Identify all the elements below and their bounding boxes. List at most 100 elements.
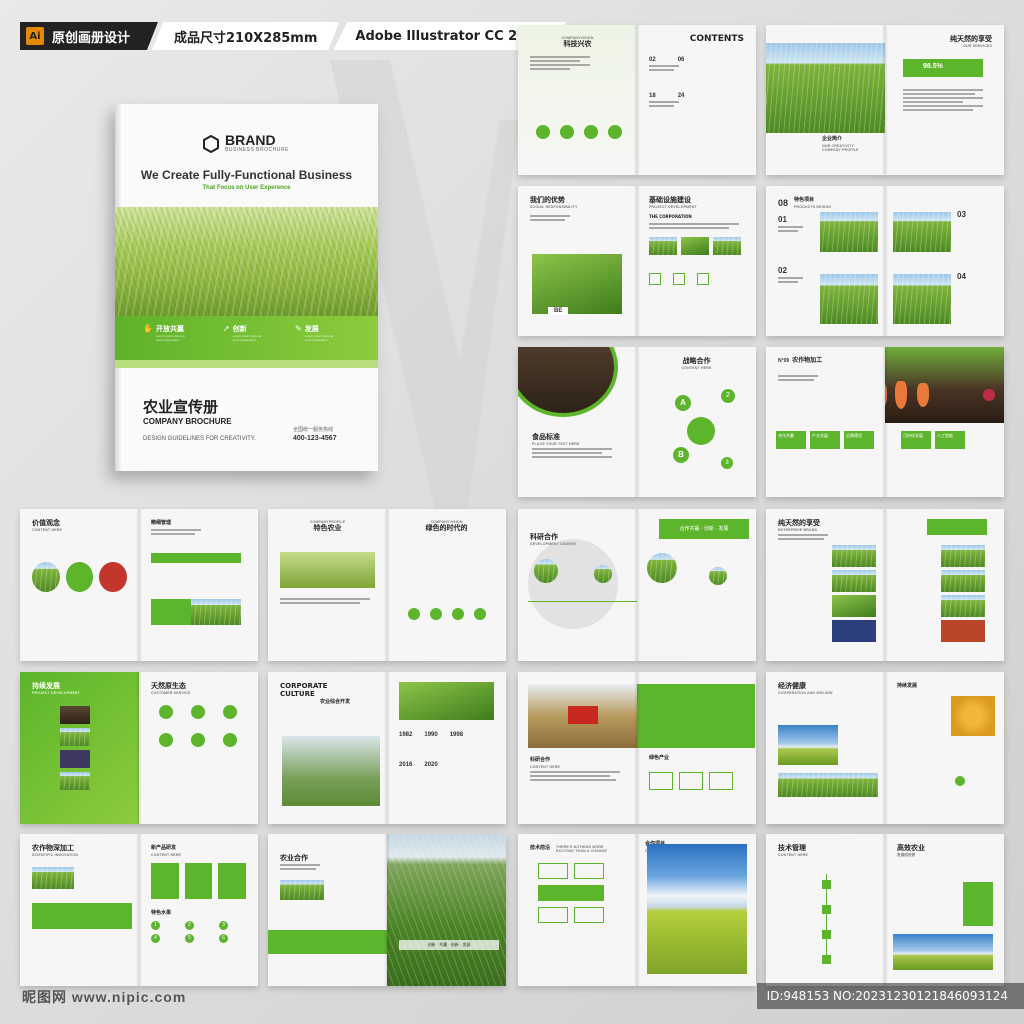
spread-economy: 经济健康 COOPERATION AND WIN-WIN 持续发展	[766, 672, 1004, 824]
page-left: 持续发展 PROJECT DEVELOPMENT	[20, 672, 139, 824]
spread-sustain: 持续发展 PROJECT DEVELOPMENT 天然原生态 CUSTOMER …	[20, 672, 258, 824]
spread-title: 科技兴农	[563, 40, 592, 48]
cover-subheadline: That Focus on User Experence	[202, 185, 291, 191]
spread-sub: SOCIAL RESPONSIBILITY	[530, 205, 578, 209]
year-label: 1990	[424, 732, 438, 738]
spread-sub: 发展的优势	[897, 853, 916, 857]
caption-sub: OUR CREATIVITY COMPANY PROFILE	[822, 144, 859, 152]
timeline-photo	[647, 553, 677, 583]
deep-photo	[32, 867, 74, 889]
spread-culture: CORPORATE CULTURE 农业综合开发 1982 1990 1998 …	[268, 672, 506, 824]
brand-bar	[927, 519, 987, 535]
spread-sub: ENTERPRISE BRAND	[778, 528, 818, 532]
tech-header: 技术前沿 THERE'S NOTHING MORE EXCITING THAN …	[530, 844, 625, 853]
spread-processing: N°09 农作物加工 合作共赢 产业发展 品牌建设 可持续发展 人工智能	[766, 347, 1004, 497]
item-number: 03	[957, 210, 966, 219]
spread-title: 高效农业	[897, 844, 925, 852]
cover-feature-band: ✋ 开放共赢 Lorem ipsum dolor sit amet consec…	[115, 316, 378, 360]
timeline-line	[528, 601, 637, 602]
node-3: 3	[721, 457, 733, 469]
page-left: 企业简介 OUR CREATIVITY COMPANY PROFILE	[766, 25, 885, 175]
tag-box: 品牌建设	[844, 431, 874, 449]
seedling-photo	[518, 347, 618, 417]
band-item-growth: ✎ 发展 Lorem ipsum dolor sit amet consecte…	[295, 324, 341, 342]
spread-sub: CONTENT HERE	[151, 853, 182, 857]
spread-sub: PROJECT DEVELOPMENT	[32, 691, 80, 695]
image-id-bar: ID:948153 NO:20231230121846093124	[756, 983, 1024, 1009]
sustain-photos	[60, 706, 90, 790]
page-right: 精细管理	[139, 509, 258, 661]
manage-landscape-photo	[893, 934, 993, 970]
illustrator-icon: Ai	[26, 27, 44, 45]
cover-title-en: COMPANY BROCHURE	[143, 417, 232, 426]
tech-boxes	[530, 863, 625, 923]
percent-box: 98.5%	[903, 59, 983, 77]
spread-sub: PRODUCTS DESIGN	[794, 205, 832, 209]
cover-title: 农业宣传册	[143, 399, 219, 416]
greenhouse-photo	[282, 736, 380, 806]
spread-title: 技术管理	[778, 844, 806, 852]
page-right: 可持续发展 人工智能	[885, 347, 1004, 497]
green-header: 科研合作 CONTENT HERE	[530, 756, 620, 783]
fruit-num: 4	[151, 934, 160, 943]
spread-services: 企业简介 OUR CREATIVITY COMPANY PROFILE 纯天然的…	[766, 25, 1004, 175]
research-header: 科研合作 DEVELOPMENT COURSE	[530, 533, 625, 546]
text-block	[903, 87, 983, 113]
page-right: CONTENTS 02 06 18 24	[637, 25, 756, 175]
page-left: 08 特色项目 PRODUCTS DESIGN 01 02	[766, 186, 885, 336]
spread-title: 绿色产业	[649, 755, 670, 761]
spread-sub: SCIENTIFIC INNOVATION	[32, 853, 79, 857]
caption-title: 企业简介	[822, 136, 843, 142]
value-bar	[151, 553, 241, 563]
page-right: 合作共赢 · 创新 · 发展	[637, 509, 756, 661]
caption-block: 企业简介 OUR CREATIVITY COMPANY PROFILE	[822, 135, 872, 152]
tag-boxes-left: 合作共赢 产业发展 品牌建设	[776, 431, 874, 449]
tag-box: 合作共赢	[776, 431, 806, 449]
spread-title: 食品标准	[532, 433, 560, 441]
size-tag: 成品尺寸210X285mm	[152, 22, 340, 50]
research-banner: 合作共赢 · 创新 · 发展	[659, 519, 749, 539]
manage-green-tag	[963, 882, 993, 926]
page-left: COMPANYVISION 科技兴农	[518, 25, 637, 175]
spread-title: 战略合作	[682, 357, 711, 365]
years-row-2: 2016 2020	[399, 762, 494, 768]
page-left: 纯天然的享受 ENTERPRISE BRAND	[766, 509, 885, 661]
page-right: 持续发展	[885, 672, 1004, 824]
node-2: 2	[721, 389, 735, 403]
spread-title: 新产品研发	[151, 845, 177, 851]
year-label: 1998	[449, 732, 464, 738]
spread-sub: PROJECT DEVELOPMENT	[649, 205, 697, 209]
page-left: 经济健康 COOPERATION AND WIN-WIN	[766, 672, 885, 824]
product-photo	[820, 212, 878, 252]
spread-title: 天然原生态	[151, 682, 186, 690]
contents-num: 18	[649, 93, 656, 99]
tag-box: 人工智能	[935, 431, 965, 449]
spread-title: 农作物深加工	[32, 844, 74, 852]
tag-boxes-right: 可持续发展 人工智能	[901, 431, 965, 449]
wheat-field-photo	[115, 207, 378, 317]
growth-icon: ✎	[295, 324, 302, 333]
page-left: 农作物深加工 SCIENTIFIC INNOVATION	[20, 834, 139, 986]
sky-field-photo	[647, 844, 747, 974]
processing-header: N°09 农作物加工	[778, 357, 873, 365]
node-b: B	[673, 447, 689, 463]
spread-sub: CONTENT HERE	[530, 765, 561, 769]
hotline-number: 400-123-4567	[293, 435, 337, 442]
node-a: A	[675, 395, 691, 411]
contents-row-2: 18 24	[649, 93, 744, 99]
timeline-photo	[594, 565, 612, 583]
page-right: 基础设施建设 PROJECT DEVELOPMENT THE CORPORATI…	[637, 186, 756, 336]
section-number: N°09	[778, 358, 790, 364]
page-left: 食品标准 PLACE YOUR TEXT HERE	[518, 347, 637, 497]
products-header: 08 特色项目 PRODUCTS DESIGN	[778, 196, 873, 209]
spread-value: 价值观念 CONTENT HERE 精细管理	[20, 509, 258, 661]
fruit-num: 2	[185, 921, 194, 930]
coop-green-bar	[268, 930, 387, 954]
profile-circles	[399, 608, 494, 620]
spread-title: 绿色的时代的	[425, 524, 468, 532]
spread-title: 经济健康	[778, 682, 806, 690]
spread-title: 科研合作	[530, 757, 551, 763]
timeline-photo	[534, 559, 558, 583]
page-right: 高效农业 发展的优势	[885, 834, 1004, 986]
site-watermark: 昵图网 www.nipic.com	[22, 989, 187, 1005]
